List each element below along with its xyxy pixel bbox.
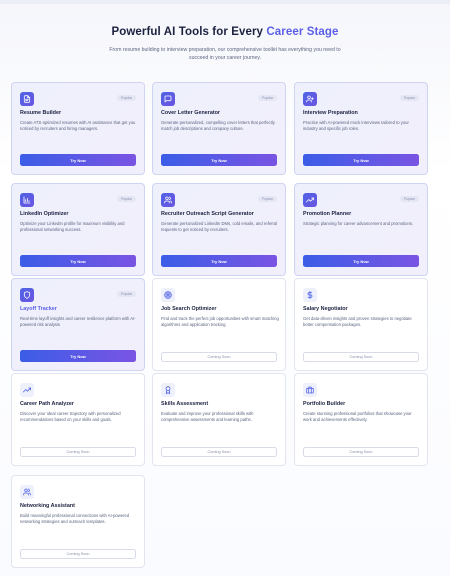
users-icon xyxy=(20,485,34,499)
coming-soon-button[interactable]: Coming Soon xyxy=(161,447,277,457)
popular-badge: Popular xyxy=(400,95,419,101)
tool-card-interview-preparation: Popular Interview Preparation Practice w… xyxy=(294,82,428,175)
tool-card-career-path-analyzer: Career Path Analyzer Discover your ideal… xyxy=(11,373,145,466)
popular-badge: Popular xyxy=(258,196,277,202)
tool-card-layoff-tracker: Popular Layoff Tracker Real-time layoff … xyxy=(11,278,145,371)
coming-soon-button[interactable]: Coming Soon xyxy=(303,447,419,457)
title-accent: Career Stage xyxy=(266,26,339,38)
tool-card-recruiter-outreach: Popular Recruiter Outreach Script Genera… xyxy=(152,183,286,276)
card-title: Interview Preparation xyxy=(303,110,358,116)
card-title: Resume Builder xyxy=(20,110,62,116)
card-title: Salary Negotiator xyxy=(303,306,348,312)
try-now-button[interactable]: Try Now xyxy=(161,255,277,267)
card-title: Networking Assistant xyxy=(20,503,75,509)
coming-soon-button[interactable]: Coming Soon xyxy=(161,352,277,362)
coming-soon-button[interactable]: Coming Soon xyxy=(20,447,136,457)
try-now-button[interactable]: Try Now xyxy=(20,154,136,166)
bar-chart-icon xyxy=(20,193,34,207)
card-description: Discover your ideal career trajectory wi… xyxy=(20,411,121,423)
popular-badge: Popular xyxy=(400,196,419,202)
briefcase-icon xyxy=(303,383,317,397)
card-description: Generate personalized, compelling cover … xyxy=(161,120,275,132)
card-description: Optimize your LinkedIn profile for maxim… xyxy=(20,221,125,233)
try-now-button[interactable]: Try Now xyxy=(303,154,419,166)
card-title: Portfolio Builder xyxy=(303,401,346,407)
card-description: Evaluate and improve your professional s… xyxy=(161,411,254,423)
card-description: Generate personalized LinkedIn DMs, cold… xyxy=(161,221,278,233)
card-description: Strategic planning for career advancemen… xyxy=(303,221,414,226)
card-title: Job Search Optimizer xyxy=(161,306,217,312)
page-title: Powerful AI Tools for Every Career Stage xyxy=(0,26,450,38)
card-description: Get data-driven insights and proven stra… xyxy=(303,316,412,328)
title-main: Powerful AI Tools for Every xyxy=(111,26,267,38)
shield-icon xyxy=(20,288,34,302)
tool-card-skills-assessment: Skills Assessment Evaluate and improve y… xyxy=(152,373,286,466)
coming-soon-button[interactable]: Coming Soon xyxy=(20,549,136,559)
page-subtitle: From resume building to interview prepar… xyxy=(109,47,341,61)
message-icon xyxy=(161,92,175,106)
trending-up-icon xyxy=(20,383,34,397)
card-title: Skills Assessment xyxy=(161,401,209,407)
target-icon xyxy=(161,288,175,302)
popular-badge: Popular xyxy=(258,95,277,101)
tool-card-networking-assistant: Networking Assistant Build meaningful pr… xyxy=(11,475,145,568)
tool-card-cover-letter-generator: Popular Cover Letter Generator Generate … xyxy=(152,82,286,175)
card-description: Practice with AI-powered mock interviews… xyxy=(303,120,409,132)
card-title: Recruiter Outreach Script Generator xyxy=(161,211,254,217)
user-plus-icon xyxy=(303,92,317,106)
dollar-icon xyxy=(303,288,317,302)
award-icon xyxy=(161,383,175,397)
tool-card-portfolio-builder: Portfolio Builder Create stunning profes… xyxy=(294,373,428,466)
tool-card-linkedin-optimizer: Popular LinkedIn Optimizer Optimize your… xyxy=(11,183,145,276)
card-title: Career Path Analyzer xyxy=(20,401,75,407)
card-description: Create stunning professional portfolios … xyxy=(303,411,412,423)
top-bar xyxy=(0,0,450,4)
card-title: Layoff Tracker xyxy=(20,306,57,312)
coming-soon-button[interactable]: Coming Soon xyxy=(303,352,419,362)
card-title: Cover Letter Generator xyxy=(161,110,221,116)
popular-badge: Popular xyxy=(117,291,136,297)
card-title: LinkedIn Optimizer xyxy=(20,211,69,217)
try-now-button[interactable]: Try Now xyxy=(161,154,277,166)
document-icon xyxy=(20,92,34,106)
card-description: Find and track the perfect job opportuni… xyxy=(161,316,279,328)
hero-section: Powerful AI Tools for Every Career Stage… xyxy=(0,26,450,62)
try-now-button[interactable]: Try Now xyxy=(303,255,419,267)
card-description: Build meaningful professional connection… xyxy=(20,513,130,525)
tool-card-salary-negotiator: Salary Negotiator Get data-driven insigh… xyxy=(294,278,428,371)
trending-up-icon xyxy=(303,193,317,207)
popular-badge: Popular xyxy=(117,196,136,202)
card-description: Real-time layoff insights and career res… xyxy=(20,316,136,328)
popular-badge: Popular xyxy=(117,95,136,101)
tool-card-resume-builder: Popular Resume Builder Create ATS-optimi… xyxy=(11,82,145,175)
try-now-button[interactable]: Try Now xyxy=(20,350,136,362)
card-description: Create ATS-optimized resumes with AI ass… xyxy=(20,120,136,132)
card-title: Promotion Planner xyxy=(303,211,352,217)
users-icon xyxy=(161,193,175,207)
tool-card-job-search-optimizer: Job Search Optimizer Find and track the … xyxy=(152,278,286,371)
tool-card-promotion-planner: Popular Promotion Planner Strategic plan… xyxy=(294,183,428,276)
try-now-button[interactable]: Try Now xyxy=(20,255,136,267)
